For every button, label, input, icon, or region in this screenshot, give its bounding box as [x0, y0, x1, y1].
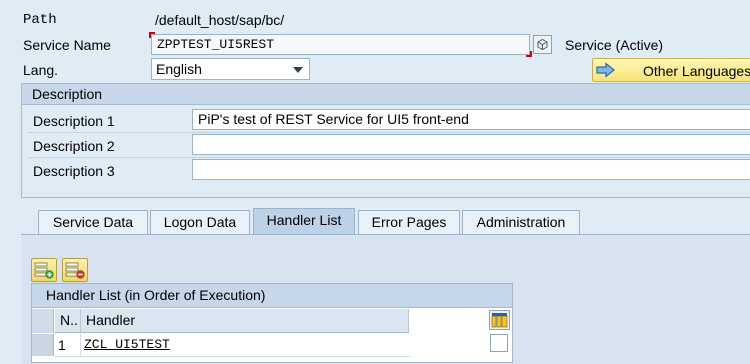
- description-header: Description: [22, 84, 750, 105]
- other-languages-button[interactable]: Other Languages: [592, 58, 750, 82]
- service-name-field[interactable]: ZPPTEST_UI5REST: [151, 34, 530, 55]
- row-divider: [55, 356, 410, 357]
- chevron-down-icon: [293, 67, 303, 73]
- path-label: Path: [23, 12, 57, 28]
- handler-cell[interactable]: ZCL_UI5TEST: [84, 334, 408, 356]
- lang-label: Lang.: [23, 62, 59, 78]
- insert-row-button[interactable]: [31, 258, 57, 282]
- handler-table: Handler List (in Order of Execution) N..…: [31, 283, 513, 363]
- row-selector[interactable]: [32, 334, 54, 356]
- select-all-cell[interactable]: [32, 309, 54, 333]
- required-marker: [149, 32, 155, 38]
- description-2-label: Description 2: [33, 138, 115, 154]
- arrow-right-icon: [596, 62, 615, 78]
- tab-service-data[interactable]: Service Data: [38, 210, 148, 235]
- row-divider: [28, 132, 750, 133]
- service-name-label: Service Name: [23, 37, 111, 53]
- column-settings-icon: [491, 313, 508, 328]
- tab-logon-data[interactable]: Logon Data: [150, 210, 250, 235]
- lang-dropdown[interactable]: English: [151, 58, 310, 80]
- service-info-icon[interactable]: [533, 35, 552, 54]
- column-settings-button[interactable]: [489, 310, 510, 330]
- row-checkbox[interactable]: [490, 334, 508, 352]
- service-status: Service (Active): [565, 37, 664, 53]
- description-2-field[interactable]: [192, 134, 750, 155]
- column-header-number[interactable]: N..: [55, 309, 81, 333]
- required-marker: [526, 51, 532, 57]
- column-header-handler[interactable]: Handler: [81, 309, 409, 333]
- path-value: /default_host/sap/bc/: [155, 12, 285, 28]
- delete-row-button[interactable]: [62, 258, 88, 282]
- insert-row-icon: [34, 262, 54, 279]
- description-3-label: Description 3: [33, 163, 115, 179]
- description-3-field[interactable]: [192, 159, 750, 180]
- row-divider: [28, 157, 750, 158]
- description-1-label: Description 1: [33, 113, 115, 129]
- description-1-field[interactable]: PiP's test of REST Service for UI5 front…: [192, 109, 750, 130]
- description-group: Description Description 1 PiP's test of …: [21, 83, 750, 198]
- table-title: Handler List (in Order of Execution): [32, 284, 512, 308]
- lang-value: English: [156, 61, 202, 77]
- tab-error-pages[interactable]: Error Pages: [358, 210, 460, 235]
- tab-administration[interactable]: Administration: [462, 210, 580, 235]
- tab-handler-list[interactable]: Handler List: [253, 208, 355, 235]
- row-number: 1: [55, 334, 81, 356]
- delete-row-icon: [65, 262, 85, 279]
- other-languages-label: Other Languages: [643, 63, 750, 79]
